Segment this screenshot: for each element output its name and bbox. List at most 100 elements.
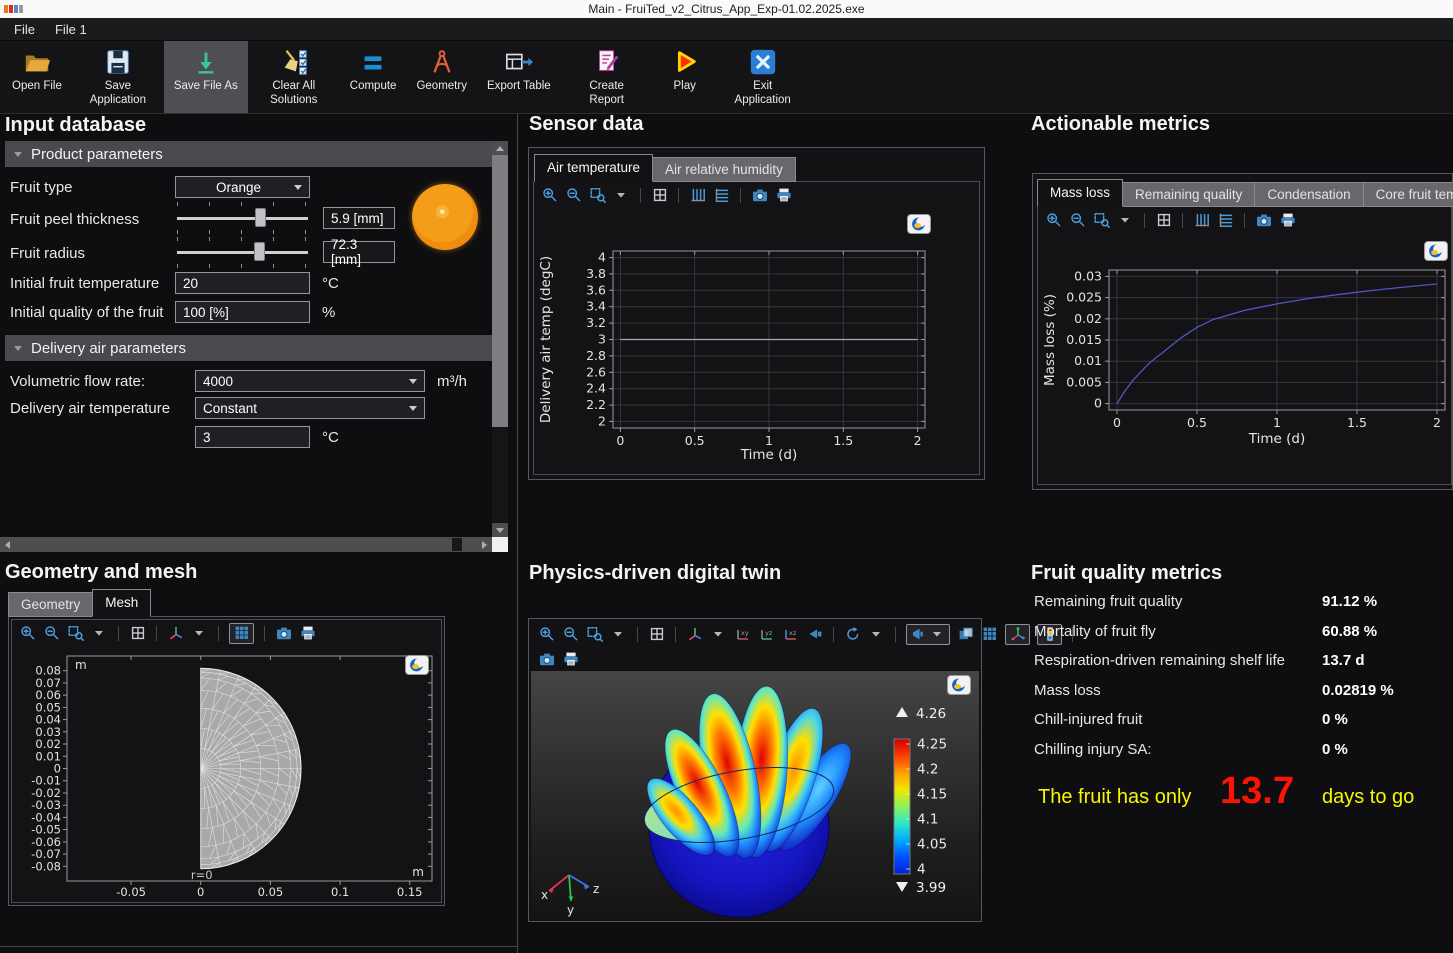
delivery-air-header[interactable]: Delivery air parameters <box>5 335 492 361</box>
fruit-radius-value[interactable]: 72.3 [mm] <box>323 241 395 263</box>
tab-condensation[interactable]: Condensation <box>1254 182 1363 207</box>
peel-thickness-value[interactable]: 5.9 [mm] <box>323 207 395 229</box>
scroll-thumb[interactable] <box>452 538 462 551</box>
clear-all-solutions-button[interactable]: Clear All Solutions <box>248 41 340 113</box>
axis-triad-button[interactable] <box>167 625 184 642</box>
zoom-out-button[interactable] <box>562 626 579 643</box>
print-button[interactable] <box>562 651 579 668</box>
menu-file-1[interactable]: File 1 <box>45 20 97 39</box>
tab-mass-loss[interactable]: Mass loss <box>1037 179 1123 207</box>
tab-air-temperature[interactable]: Air temperature <box>534 154 653 182</box>
print-button[interactable] <box>775 187 792 204</box>
scroll-left-button[interactable] <box>0 537 14 552</box>
exit-application-button[interactable]: Exit Application <box>717 41 809 113</box>
zoom-in-button[interactable] <box>541 187 558 204</box>
product-parameters-header[interactable]: Product parameters <box>5 141 492 167</box>
transparency-button[interactable] <box>957 626 974 643</box>
digital-twin-title: Physics-driven digital twin <box>529 562 781 585</box>
caret-button[interactable] <box>610 626 627 643</box>
air-temp-value-field[interactable]: 3 <box>195 426 310 448</box>
input-vertical-scrollbar[interactable] <box>492 141 508 537</box>
tab-core-fruit-temperature[interactable]: Core fruit temperature <box>1363 182 1453 207</box>
scroll-down-button[interactable] <box>492 523 508 537</box>
mass-loss-chart[interactable]: 00.0050.010.0150.020.0250.0300.511.52Tim… <box>1040 234 1449 448</box>
sensor-chart[interactable]: 22.22.42.62.833.23.43.63.8400.511.52Time… <box>536 209 979 464</box>
extents-button[interactable] <box>648 626 665 643</box>
camera-button[interactable] <box>538 651 555 668</box>
fruit-radius-slider[interactable] <box>175 241 310 263</box>
zoom-out-button[interactable] <box>43 625 60 642</box>
tab-air-relative-humidity[interactable]: Air relative humidity <box>652 157 796 182</box>
y-grid-button[interactable] <box>1217 212 1234 229</box>
save-application-button[interactable]: Save Application <box>72 41 164 113</box>
zoom-in-button[interactable] <box>538 626 555 643</box>
caret-button[interactable] <box>929 626 946 643</box>
fruit-type-dropdown[interactable]: Orange <box>175 176 310 198</box>
scroll-up-button[interactable] <box>492 141 508 155</box>
grid-button[interactable] <box>233 625 250 642</box>
air-temp-mode-dropdown[interactable]: Constant <box>195 397 425 419</box>
zoom-box-button[interactable] <box>586 626 603 643</box>
axis-triad-button[interactable] <box>686 626 703 643</box>
zoom-in-button[interactable] <box>1045 212 1062 229</box>
caret-button[interactable] <box>710 626 727 643</box>
perspective-button[interactable] <box>806 626 823 643</box>
geometry-button[interactable]: Geometry <box>406 41 477 113</box>
extents-button[interactable] <box>651 187 668 204</box>
extents-button[interactable] <box>1155 212 1172 229</box>
zoom-box-icon <box>587 626 603 642</box>
svg-text:0: 0 <box>616 433 624 448</box>
scene-light-button[interactable] <box>910 626 927 643</box>
view-xy-button[interactable]: xy <box>734 626 751 643</box>
zoom-out-button[interactable] <box>1069 212 1086 229</box>
compute-button[interactable]: Compute <box>340 41 407 113</box>
tab-geometry[interactable]: Geometry <box>8 592 93 617</box>
tab-mesh[interactable]: Mesh <box>92 589 151 617</box>
export-table-button[interactable]: Export Table <box>477 41 561 113</box>
initial-temp-field[interactable]: 20 <box>175 272 310 294</box>
mesh-plot[interactable]: 0.080.070.060.050.040.030.020.010-0.01-0… <box>14 647 439 899</box>
metric-label-respiration-driven-remaining-shelf-life: Respiration-driven remaining shelf life <box>1034 652 1285 669</box>
open-file-button[interactable]: Open File <box>2 41 72 113</box>
radius-slider-thumb[interactable] <box>254 242 265 261</box>
x-grid-button[interactable] <box>1193 212 1210 229</box>
view-yz-button[interactable]: yz <box>758 626 775 643</box>
caret-button[interactable] <box>191 625 208 642</box>
peel-thickness-slider[interactable] <box>175 207 310 229</box>
triad-toggle-button[interactable] <box>1009 626 1026 643</box>
camera-button[interactable] <box>275 625 292 642</box>
print-button[interactable] <box>1279 212 1296 229</box>
play-button[interactable]: Play <box>653 41 717 113</box>
digital-twin-3d-view[interactable]: 4.264.254.24.154.14.0543.99 xyz <box>531 671 979 919</box>
input-horizontal-scrollbar[interactable] <box>0 537 492 552</box>
caret-button[interactable] <box>868 626 885 643</box>
menu-file[interactable]: File <box>4 20 45 39</box>
caret-button[interactable] <box>1117 212 1134 229</box>
scroll-right-button[interactable] <box>477 537 492 552</box>
camera-button[interactable] <box>1255 212 1272 229</box>
flow-rate-dropdown[interactable]: 4000 <box>195 370 425 392</box>
camera-button[interactable] <box>751 187 768 204</box>
zoom-box-button[interactable] <box>67 625 84 642</box>
caret-button[interactable] <box>613 187 630 204</box>
zoom-out-button[interactable] <box>565 187 582 204</box>
save-file-as-button[interactable]: Save File As <box>164 41 248 113</box>
caret-button[interactable] <box>91 625 108 642</box>
fruit-3d-model <box>589 677 889 919</box>
zoom-box-button[interactable] <box>1093 212 1110 229</box>
tab-remaining-quality[interactable]: Remaining quality <box>1122 182 1255 207</box>
create-report-button[interactable]: Create Report <box>561 41 653 113</box>
grid-button[interactable] <box>981 626 998 643</box>
extents-button[interactable] <box>129 625 146 642</box>
zoom-in-button[interactable] <box>19 625 36 642</box>
scroll-thumb[interactable] <box>492 155 508 427</box>
initial-quality-field[interactable]: 100 [%] <box>175 301 310 323</box>
zoom-in-icon <box>20 625 36 641</box>
zoom-box-button[interactable] <box>589 187 606 204</box>
rotate-button[interactable] <box>844 626 861 643</box>
view-xz-button[interactable]: xz <box>782 626 799 643</box>
peel-slider-thumb[interactable] <box>255 208 266 227</box>
print-button[interactable] <box>299 625 316 642</box>
y-grid-button[interactable] <box>713 187 730 204</box>
x-grid-button[interactable] <box>689 187 706 204</box>
